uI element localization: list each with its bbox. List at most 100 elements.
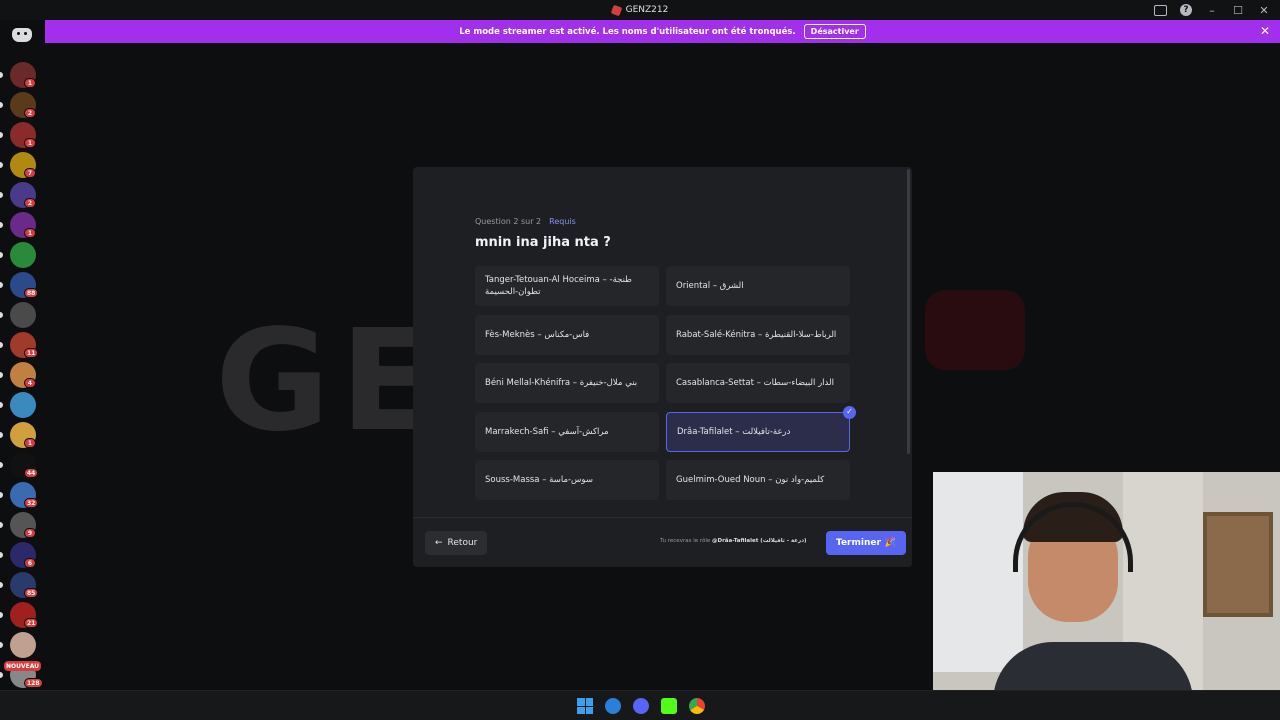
answer-option-label: Tanger-Tetouan-Al Hoceima – طنجة-تطوان-ا… [485, 275, 632, 297]
mention-badge: 32 [24, 498, 39, 508]
answer-option-label: Oriental – الشرق [676, 281, 744, 291]
minimize-button[interactable]: – [1204, 2, 1220, 18]
unread-indicator [0, 582, 3, 588]
role-note-prefix: Tu recevras le rôle [660, 538, 711, 544]
back-button-label: Retour [447, 538, 478, 548]
maximize-button[interactable]: ☐ [1230, 2, 1246, 18]
mention-badge: 21 [24, 618, 39, 628]
unread-indicator [0, 132, 3, 138]
modal-footer: ← Retour Tu recevras le rôle @Drâa-Tafil… [413, 517, 912, 567]
question-progress: Question 2 sur 2 [475, 217, 542, 226]
discord-home-icon[interactable] [12, 28, 32, 42]
mention-badge: 1 [24, 138, 36, 148]
onboarding-question-modal: Question 2 sur 2 Requis mnin ina jiha nt… [413, 167, 912, 567]
browser-icon[interactable] [605, 698, 621, 714]
unread-indicator [0, 612, 3, 618]
selected-check-icon: ✓ [843, 405, 856, 419]
mention-badge: 9 [24, 528, 36, 538]
answer-option[interactable]: Guelmim-Oued Noun – كلميم-واد نون [666, 460, 850, 500]
mention-badge: 2 [24, 108, 36, 118]
banner-message: Le mode streamer est activé. Les noms d'… [459, 26, 796, 37]
unread-indicator [0, 282, 3, 288]
answer-option[interactable]: Rabat-Salé-Kénitra – الرباط-سلا-القنيطرة [666, 314, 850, 355]
finish-button-label: Terminer [836, 538, 881, 548]
windows-start-icon[interactable] [577, 698, 593, 714]
close-window-button[interactable]: ✕ [1256, 2, 1272, 18]
answer-option[interactable]: Marrakech-Safi – مراكش-آسفي [475, 411, 659, 452]
window-titlebar: GENZ212 ? – ☐ ✕ [0, 0, 1280, 20]
unread-indicator [0, 342, 3, 348]
webcam-window [933, 472, 1023, 672]
answer-option[interactable]: Tanger-Tetouan-Al Hoceima – طنجة-تطوان-ا… [475, 266, 659, 306]
mention-badge: 1 [24, 78, 36, 88]
close-banner-icon[interactable]: ✕ [1260, 24, 1270, 38]
server-logo-icon [610, 4, 622, 16]
role-note: Tu recevras le rôle @Drâa-Tafilalet (درع… [660, 538, 807, 544]
mention-badge: 11 [24, 348, 39, 358]
unread-indicator [0, 462, 3, 468]
unread-indicator [0, 162, 3, 168]
mention-badge: 6 [24, 558, 36, 568]
answer-option[interactable]: Casablanca-Settat – الدار البيضاء-سطات [666, 363, 850, 403]
webcam-painting [1203, 512, 1273, 617]
role-note-role: @Drâa-Tafilalet (درعة - تافيلالت) [712, 538, 807, 544]
answer-option-label: Marrakech-Safi – مراكش-آسفي [485, 426, 609, 437]
required-label: Requis [549, 217, 576, 226]
question-title: mnin ina jiha nta ? [475, 235, 611, 250]
unread-indicator [0, 642, 3, 648]
mention-badge: 2 [24, 198, 36, 208]
answer-option-label: Casablanca-Settat – الدار البيضاء-سطات [676, 378, 834, 388]
inbox-icon[interactable] [1152, 2, 1168, 18]
background-logo: GE [215, 300, 446, 463]
windows-taskbar [0, 690, 1280, 720]
finish-button[interactable]: Terminer 🎉 [826, 531, 907, 555]
unread-indicator [0, 192, 3, 198]
server-icon[interactable] [10, 632, 36, 658]
unread-indicator [0, 522, 3, 528]
unread-indicator [0, 492, 3, 498]
modal-scrollbar[interactable] [907, 169, 910, 454]
mention-badge: 7 [24, 168, 36, 178]
answer-option[interactable]: Fès-Meknès – فاس-مكناس [475, 314, 659, 355]
server-sidebar: 1 2 1 7 2 1 88 11 4 1 44 32 9 6 85 21 128 NOUVEAU [0, 20, 45, 690]
disable-streamer-mode-button[interactable]: Désactiver [803, 24, 866, 39]
background-logo-accent [925, 290, 1025, 370]
mention-badge: 85 [24, 588, 39, 598]
answer-option-label: Fès-Meknès – فاس-مكناس [485, 329, 590, 340]
answer-option[interactable]: Drâa-Tafilalet – درعة-تافيلالت ✓ [666, 405, 856, 452]
unread-indicator [0, 672, 3, 678]
mention-badge: 1 [24, 228, 36, 238]
server-icon[interactable] [10, 302, 36, 328]
unread-indicator [0, 72, 3, 78]
unread-indicator [0, 432, 3, 438]
party-popper-icon: 🎉 [884, 538, 897, 548]
discord-taskbar-icon[interactable] [633, 698, 649, 714]
answer-option-label: Béni Mellal-Khénifra – بني ملال-خنيفرة [485, 378, 638, 388]
answer-option-label: Souss-Massa – سوس-ماسة [485, 475, 593, 485]
answer-option-label: Drâa-Tafilalet – درعة-تافيلالت [677, 426, 791, 437]
answer-option-label: Guelmim-Oued Noun – كلميم-واد نون [676, 475, 825, 485]
mention-badge: 128 [24, 678, 43, 688]
answer-option[interactable]: Béni Mellal-Khénifra – بني ملال-خنيفرة [475, 363, 659, 403]
kick-icon[interactable] [661, 698, 677, 714]
server-icon[interactable] [10, 242, 36, 268]
question-meta: Question 2 sur 2 Requis [475, 217, 576, 226]
answer-option[interactable]: Souss-Massa – سوس-ماسة [475, 460, 659, 500]
unread-indicator [0, 372, 3, 378]
help-icon[interactable]: ? [1178, 2, 1194, 18]
mention-badge: 4 [24, 378, 36, 388]
chrome-icon[interactable] [689, 698, 705, 714]
unread-indicator [0, 402, 3, 408]
window-title: GENZ212 [610, 4, 669, 16]
mention-badge: 1 [24, 438, 36, 448]
back-button[interactable]: ← Retour [425, 531, 488, 555]
webcam-overlay [933, 472, 1280, 720]
new-badge: NOUVEAU [4, 661, 41, 671]
unread-indicator [0, 252, 3, 258]
answer-option-label: Rabat-Salé-Kénitra – الرباط-سلا-القنيطرة [676, 329, 837, 340]
window-title-text: GENZ212 [625, 5, 669, 15]
answer-option[interactable]: Oriental – الشرق [666, 266, 850, 306]
unread-indicator [0, 312, 3, 318]
server-icon[interactable] [10, 392, 36, 418]
mention-badge: 88 [24, 288, 39, 298]
